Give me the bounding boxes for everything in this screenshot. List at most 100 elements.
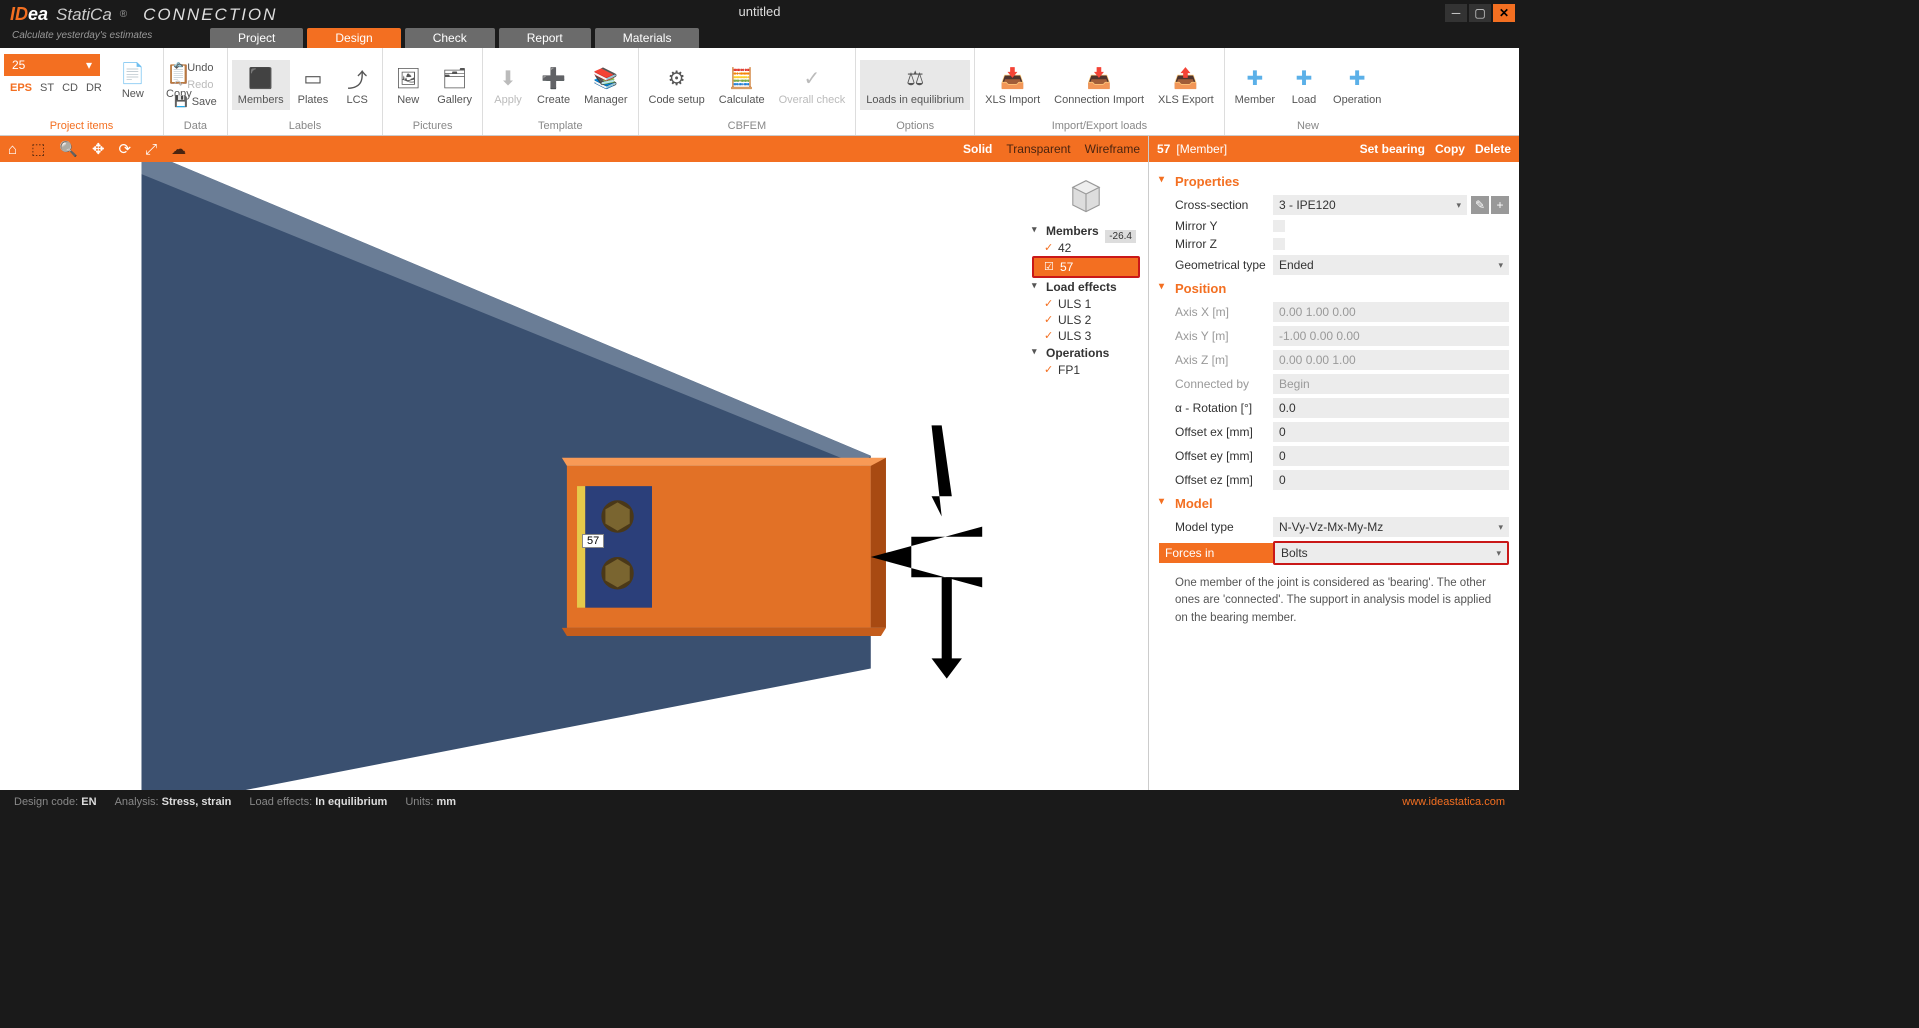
apply-icon: ⬇ bbox=[493, 64, 523, 94]
chk-mirror-y[interactable] bbox=[1273, 220, 1285, 232]
pan-icon[interactable]: ✥ bbox=[92, 140, 105, 158]
section-properties[interactable]: Properties bbox=[1159, 170, 1509, 193]
lbl-offset-ex: Offset ex [mm] bbox=[1159, 425, 1273, 439]
set-bearing-button[interactable]: Set bearing bbox=[1360, 142, 1425, 156]
panel-copy-button[interactable]: Copy bbox=[1435, 142, 1465, 156]
connection-import-button[interactable]: 📥Connection Import bbox=[1048, 60, 1150, 110]
chk-mirror-z[interactable] bbox=[1273, 238, 1285, 250]
tagline: Calculate yesterday's estimates bbox=[12, 30, 152, 41]
xls-import-button[interactable]: 📥XLS Import bbox=[979, 60, 1046, 110]
tab-check[interactable]: Check bbox=[405, 28, 495, 48]
calculate-button[interactable]: 🧮Calculate bbox=[713, 60, 771, 110]
members-button[interactable]: ⬛Members bbox=[232, 60, 290, 110]
section-position[interactable]: Position bbox=[1159, 277, 1509, 300]
section-model[interactable]: Model bbox=[1159, 492, 1509, 515]
lbl-model-type: Model type bbox=[1159, 520, 1273, 534]
new-item-button[interactable]: 📄New bbox=[112, 54, 154, 104]
pi-tab-eps[interactable]: EPS bbox=[10, 82, 32, 94]
statusbar: Design code: EN Analysis: Stress, strain… bbox=[0, 790, 1519, 814]
save-button[interactable]: 💾Save bbox=[168, 93, 223, 110]
balance-icon: ⚖ bbox=[900, 64, 930, 94]
3d-viewport[interactable]: 57 -26.4 Members 42 57 Load effects ULS … bbox=[0, 162, 1148, 790]
website-link[interactable]: www.ideastatica.com bbox=[1402, 796, 1505, 808]
tab-materials[interactable]: Materials bbox=[595, 28, 700, 48]
overall-check-button[interactable]: ✓Overall check bbox=[773, 60, 852, 110]
redo-button[interactable]: ↷Redo bbox=[168, 76, 223, 93]
val-offset-ex[interactable]: 0 bbox=[1273, 422, 1509, 442]
tree-load-effects[interactable]: Load effects bbox=[1032, 278, 1140, 296]
val-rotation[interactable]: 0.0 bbox=[1273, 398, 1509, 418]
add-cs-button[interactable]: + bbox=[1491, 196, 1509, 214]
create-button[interactable]: ➕Create bbox=[531, 60, 576, 110]
lbl-axis-x: Axis X [m] bbox=[1159, 305, 1273, 319]
group-label-labels: Labels bbox=[232, 119, 378, 133]
val-axis-x: 0.00 1.00 0.00 bbox=[1273, 302, 1509, 322]
tab-design[interactable]: Design bbox=[307, 28, 400, 48]
view-solid[interactable]: Solid bbox=[963, 142, 992, 156]
nav-cube[interactable] bbox=[1064, 172, 1108, 216]
project-item-tabs: EPS ST CD DR bbox=[4, 78, 108, 98]
pi-tab-cd[interactable]: CD bbox=[62, 82, 78, 94]
undo-button[interactable]: ↶Undo bbox=[168, 59, 223, 76]
gallery-button[interactable]: 🗂Gallery bbox=[431, 60, 478, 110]
tree-uls1[interactable]: ULS 1 bbox=[1032, 296, 1140, 312]
tree-member-42[interactable]: 42 bbox=[1032, 240, 1140, 256]
minimize-button[interactable]: ─ bbox=[1445, 4, 1467, 22]
manager-button[interactable]: 📚Manager bbox=[578, 60, 633, 110]
new-icon: 📄 bbox=[118, 58, 148, 88]
edit-cs-button[interactable]: ✎ bbox=[1471, 196, 1489, 214]
group-label-import: Import/Export loads bbox=[979, 119, 1220, 133]
project-item-select[interactable]: 25▾ bbox=[4, 54, 100, 76]
apply-button[interactable]: ⬇Apply bbox=[487, 60, 529, 110]
plates-button[interactable]: ▭Plates bbox=[292, 60, 335, 110]
tree-fp1[interactable]: FP1 bbox=[1032, 362, 1140, 378]
val-cross-section[interactable]: 3 - IPE120▾ bbox=[1273, 195, 1467, 215]
val-offset-ey[interactable]: 0 bbox=[1273, 446, 1509, 466]
xls-export-button[interactable]: 📤XLS Export bbox=[1152, 60, 1220, 110]
maximize-button[interactable]: ▢ bbox=[1469, 4, 1491, 22]
home-icon[interactable]: ⌂ bbox=[8, 141, 17, 158]
pic-new-button[interactable]: 🖼New bbox=[387, 60, 429, 110]
view-wireframe[interactable]: Wireframe bbox=[1085, 142, 1140, 156]
sb-le-value: In equilibrium bbox=[315, 796, 387, 808]
tree-uls3[interactable]: ULS 3 bbox=[1032, 328, 1140, 344]
panel-delete-button[interactable]: Delete bbox=[1475, 142, 1511, 156]
val-connected-by: Begin bbox=[1273, 374, 1509, 394]
pi-tab-st[interactable]: ST bbox=[40, 82, 54, 94]
tree-members[interactable]: Members bbox=[1032, 222, 1140, 240]
group-data: ↶Undo ↷Redo 💾Save Data bbox=[164, 48, 228, 135]
tree-operations[interactable]: Operations bbox=[1032, 344, 1140, 362]
conn-import-icon: 📥 bbox=[1084, 64, 1114, 94]
val-geo-type[interactable]: Ended▾ bbox=[1273, 255, 1509, 275]
view-transparent[interactable]: Transparent bbox=[1006, 142, 1070, 156]
manager-icon: 📚 bbox=[591, 64, 621, 94]
pi-tab-dr[interactable]: DR bbox=[86, 82, 102, 94]
cloud-icon[interactable]: ☁ bbox=[171, 140, 186, 158]
new-load-button[interactable]: ✚Load bbox=[1283, 60, 1325, 110]
refresh-icon[interactable]: ⟳ bbox=[119, 140, 132, 158]
group-labels: ⬛Members ▭Plates ⤴LCS Labels bbox=[228, 48, 383, 135]
sb-an-value: Stress, strain bbox=[162, 796, 232, 808]
val-offset-ez[interactable]: 0 bbox=[1273, 470, 1509, 490]
tab-project[interactable]: Project bbox=[210, 28, 303, 48]
new-member-button[interactable]: ✚Member bbox=[1229, 60, 1281, 110]
lcs-button[interactable]: ⤴LCS bbox=[336, 60, 378, 110]
viewport-svg bbox=[0, 162, 1148, 790]
tree-member-57[interactable]: 57 bbox=[1032, 256, 1140, 278]
zoom-window-icon[interactable]: ⬚ bbox=[31, 140, 45, 158]
tab-report[interactable]: Report bbox=[499, 28, 591, 48]
code-setup-button[interactable]: ⚙Code setup bbox=[643, 60, 711, 110]
close-button[interactable]: ✕ bbox=[1493, 4, 1515, 22]
sb-dc-label: Design code: bbox=[14, 796, 78, 808]
search-icon[interactable]: 🔍 bbox=[59, 140, 78, 158]
val-model-type[interactable]: N-Vy-Vz-Mx-My-Mz▾ bbox=[1273, 517, 1509, 537]
loads-equilibrium-button[interactable]: ⚖Loads in equilibrium bbox=[860, 60, 970, 110]
logo-idea: IDea bbox=[10, 4, 48, 25]
val-axis-y: -1.00 0.00 0.00 bbox=[1273, 326, 1509, 346]
expand-icon[interactable]: ⤢ bbox=[145, 141, 157, 158]
panel-body: Properties Cross-section 3 - IPE120▾ ✎ +… bbox=[1149, 162, 1519, 790]
val-forces-in[interactable]: Bolts▾ bbox=[1273, 541, 1509, 565]
new-operation-button[interactable]: ✚Operation bbox=[1327, 60, 1387, 110]
tree-uls2[interactable]: ULS 2 bbox=[1032, 312, 1140, 328]
sb-an-label: Analysis: bbox=[115, 796, 159, 808]
